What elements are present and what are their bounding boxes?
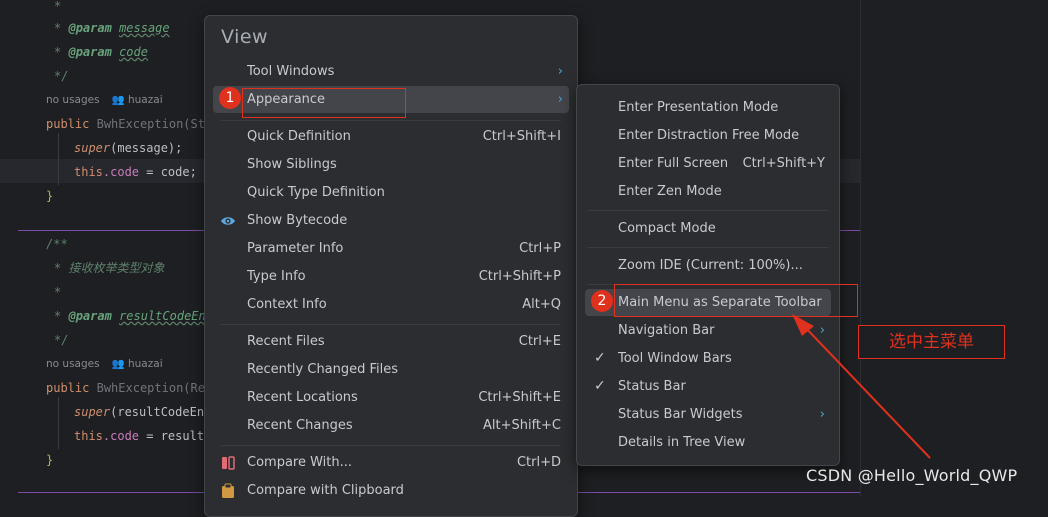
watermark: CSDN @Hello_World_QWP: [806, 466, 1018, 485]
doc-comment-line: * 接收枚举类型对象: [54, 261, 165, 275]
code-line: }: [46, 189, 54, 203]
compare-icon: [220, 455, 236, 471]
menu-item-recent-changes[interactable]: Recent Changes Alt+Shift+C: [213, 412, 569, 439]
menu-item-parameter-info[interactable]: Parameter Info Ctrl+P: [213, 235, 569, 262]
menu-title: View: [221, 26, 269, 48]
highlight-box-appearance: [242, 88, 406, 118]
menu-item-enter-presentation-mode[interactable]: Enter Presentation Mode: [585, 94, 831, 121]
doc-comment-line: *: [54, 285, 62, 299]
menu-separator: [587, 247, 829, 248]
menu-item-quick-definition[interactable]: Quick Definition Ctrl+Shift+I: [213, 123, 569, 150]
doc-comment-line: * @param code: [54, 45, 148, 59]
menu-separator: [221, 120, 561, 121]
menu-item-recent-files[interactable]: Recent Files Ctrl+E: [213, 328, 569, 355]
menu-item-compare-with-clipboard[interactable]: Compare with Clipboard: [213, 477, 569, 504]
menu-item-quick-type-definition[interactable]: Quick Type Definition: [213, 179, 569, 206]
code-line: super(message);: [74, 141, 183, 155]
code-line: this.code = code;: [74, 165, 197, 179]
eye-icon: [220, 213, 236, 229]
chevron-right-icon: ›: [557, 64, 563, 79]
doc-comment-line: * @param message: [54, 21, 170, 35]
menu-item-compare-with[interactable]: Compare With... Ctrl+D: [213, 449, 569, 476]
menu-item-enter-zen-mode[interactable]: Enter Zen Mode: [585, 178, 831, 205]
checkmark-icon: ✓: [594, 350, 606, 366]
indent-guide: [58, 397, 59, 449]
code-line: public BwhException(Str: [46, 117, 213, 131]
clipboard-compare-icon: [220, 483, 236, 499]
doc-comment-line: */: [54, 69, 69, 83]
menu-item-tool-windows[interactable]: Tool Windows ›: [213, 58, 569, 85]
menu-item-context-info[interactable]: Context Info Alt+Q: [213, 291, 569, 318]
menu-item-type-info[interactable]: Type Info Ctrl+Shift+P: [213, 263, 569, 290]
code-line: this.code = resultC: [74, 429, 212, 443]
menu-separator: [221, 445, 561, 446]
menu-separator: [221, 324, 561, 325]
menu-item-show-siblings[interactable]: Show Siblings: [213, 151, 569, 178]
code-line: public BwhException(Res: [46, 381, 213, 395]
step-badge-1: 1: [219, 87, 241, 109]
doc-comment-line: */: [54, 333, 69, 347]
code-line: }: [46, 453, 54, 467]
menu-item-enter-distraction-free-mode[interactable]: Enter Distraction Free Mode: [585, 122, 831, 149]
indent-guide: [58, 133, 59, 185]
menu-item-compact-mode[interactable]: Compact Mode: [585, 215, 831, 242]
doc-comment-line: * @param resultCodeEnu: [54, 309, 213, 323]
inlay-hint[interactable]: no usages 👥 huazai: [46, 354, 163, 374]
menu-item-recently-changed-files[interactable]: Recently Changed Files: [213, 356, 569, 383]
inlay-hint[interactable]: no usages 👥 huazai: [46, 90, 163, 110]
menu-item-enter-full-screen[interactable]: Enter Full Screen Ctrl+Shift+Y: [585, 150, 831, 177]
menu-item-recent-locations[interactable]: Recent Locations Ctrl+Shift+E: [213, 384, 569, 411]
menu-item-zoom-ide[interactable]: Zoom IDE (Current: 100%)...: [585, 252, 831, 279]
author-hint: 👥 huazai: [111, 358, 163, 370]
menu-item-show-bytecode[interactable]: Show Bytecode: [213, 207, 569, 234]
doc-comment-line: /**: [46, 237, 68, 251]
step-badge-2: 2: [591, 290, 613, 312]
chevron-right-icon: ›: [557, 92, 563, 107]
annotation-note: 选中主菜单: [858, 325, 1005, 359]
menu-separator: [587, 210, 829, 211]
checkmark-icon: ✓: [594, 378, 606, 394]
author-hint: 👥 huazai: [111, 94, 163, 106]
code-line: super(resultCodeEnu: [74, 405, 212, 419]
